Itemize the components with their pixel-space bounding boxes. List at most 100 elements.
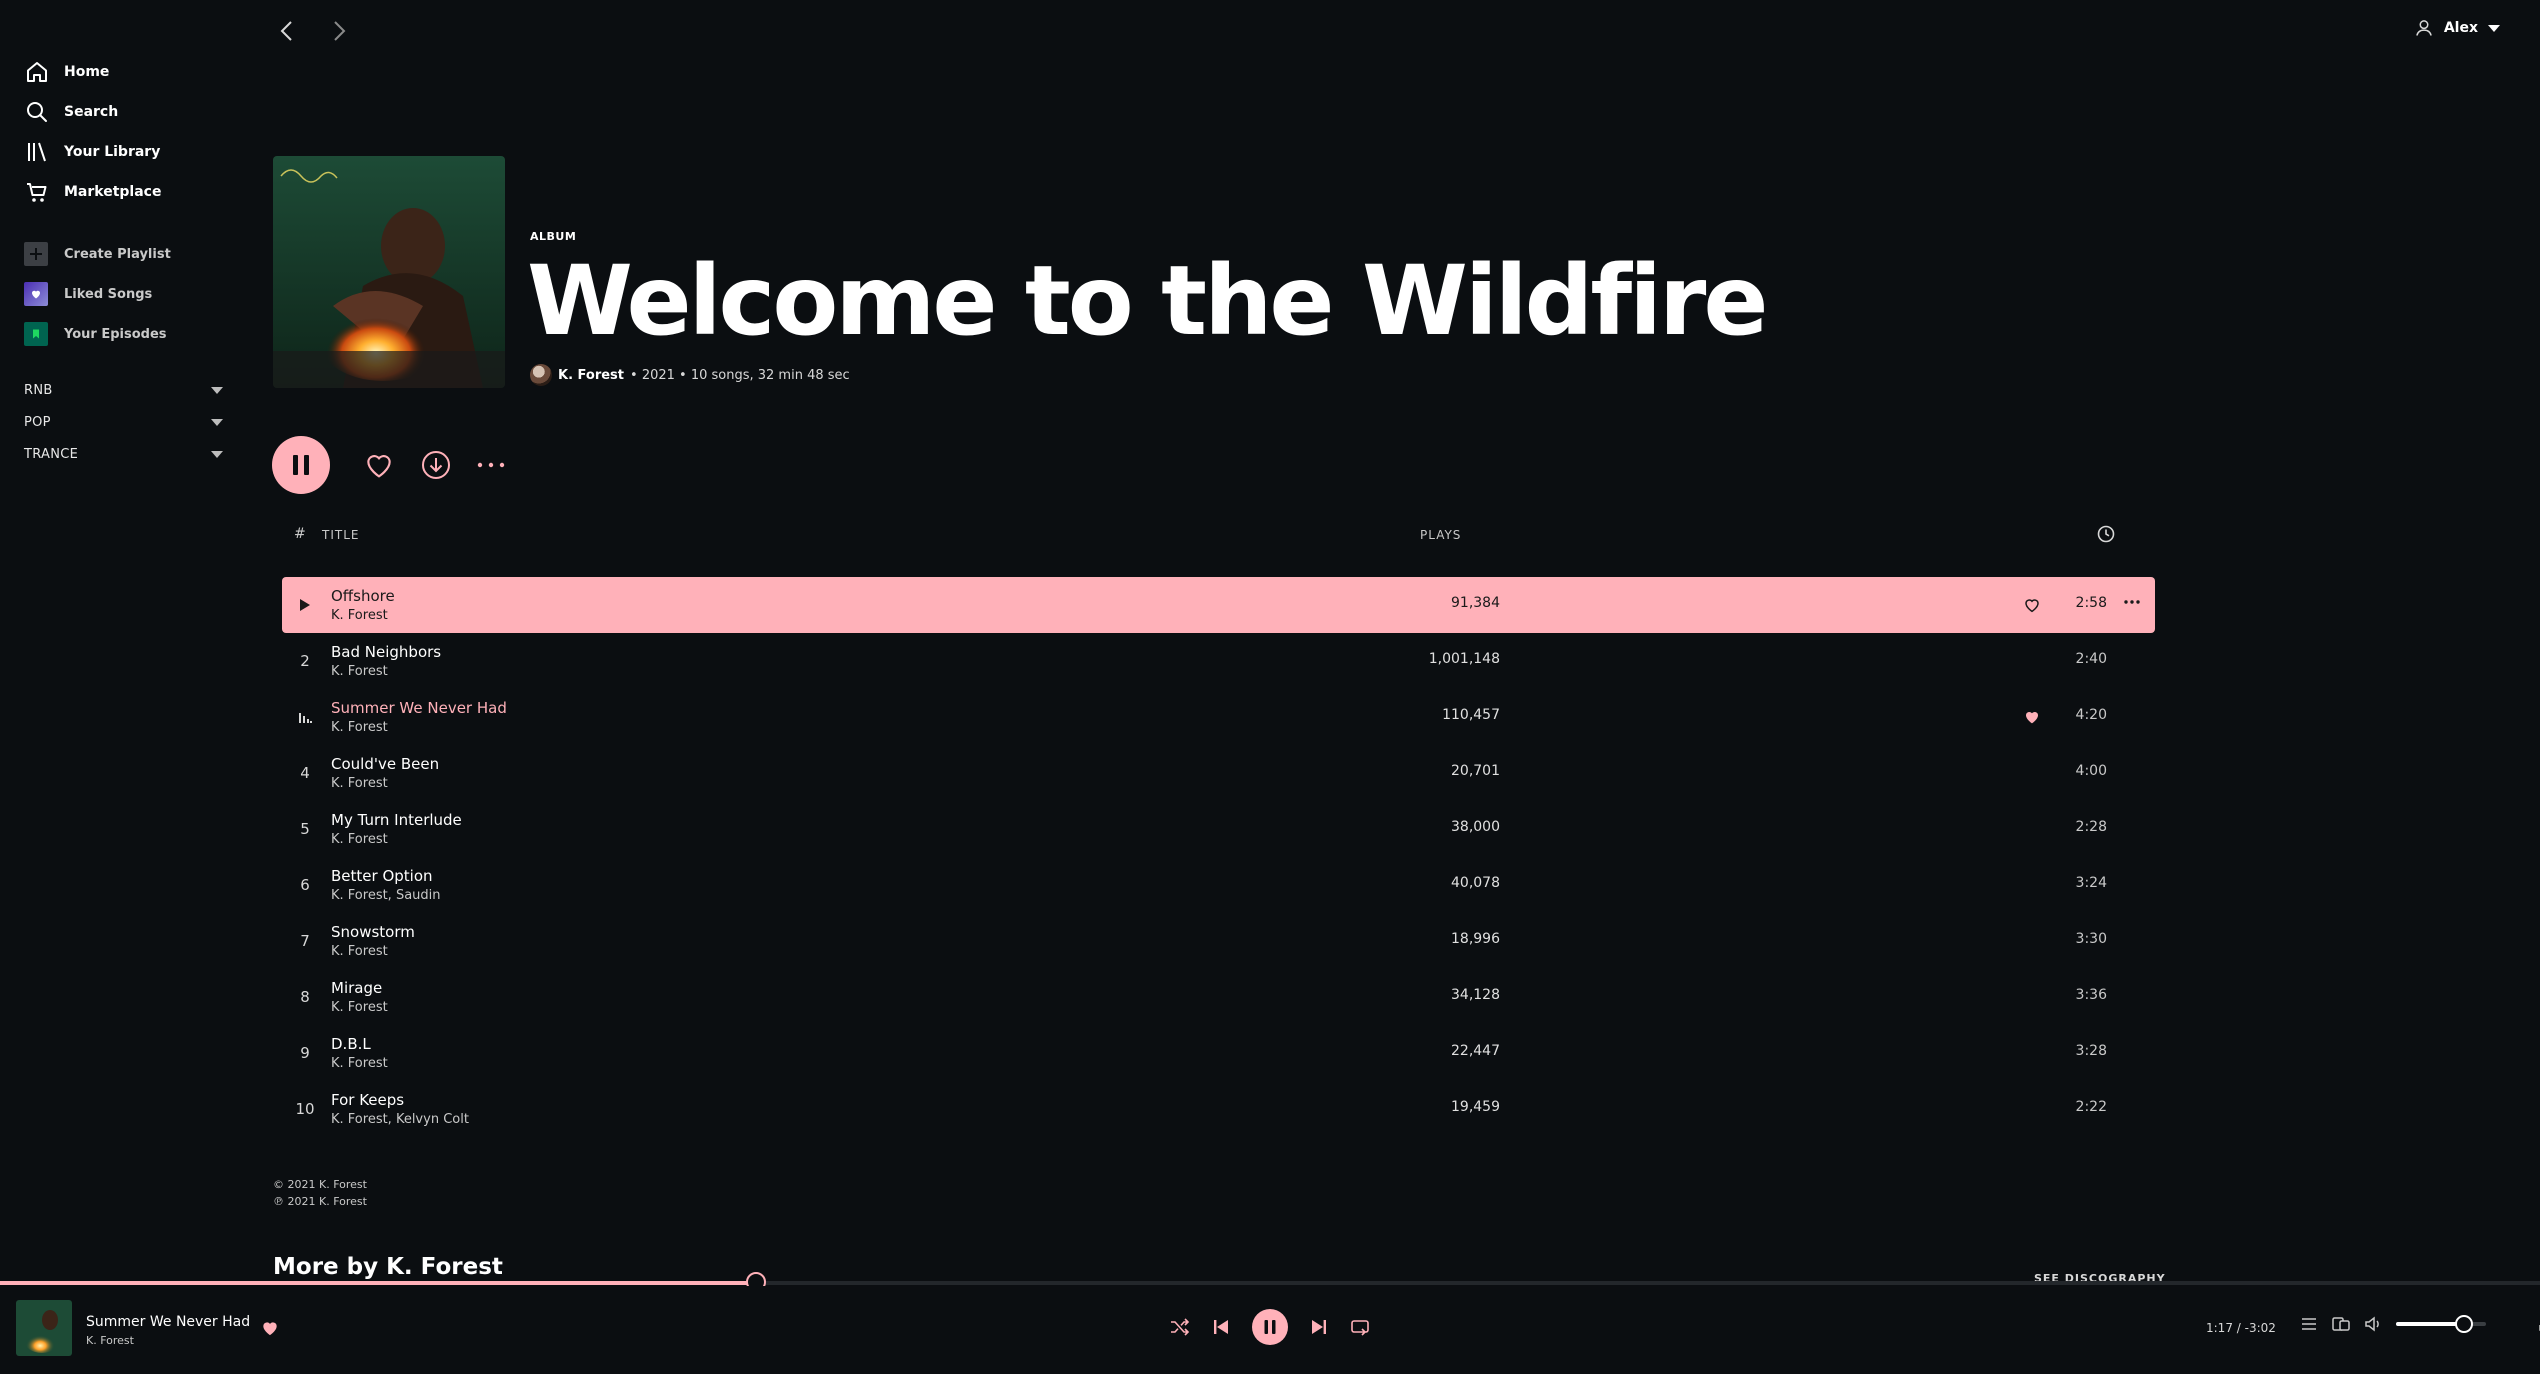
more-horizontal-icon[interactable] [2123,590,2141,609]
now-playing-cover[interactable] [16,1300,72,1356]
folder-trance[interactable]: TRANCE [0,438,245,470]
sidebar-item-marketplace[interactable]: Marketplace [0,172,245,212]
column-plays: PLAYS [1420,528,1462,542]
track-artist[interactable]: K. Forest [331,664,388,679]
more-options-button[interactable] [476,461,506,469]
sidebar-item-label: Marketplace [64,184,162,200]
track-artist[interactable]: K. Forest [331,1056,388,1071]
column-title: TITLE [322,528,360,542]
clock-icon [2096,524,2116,548]
sidebar-item-library[interactable]: Your Library [0,132,245,172]
download-button[interactable] [420,449,452,481]
track-row[interactable]: 9 D.B.L K. Forest 22,447 3:28 [282,1025,2155,1081]
history-nav [272,14,354,48]
track-row[interactable]: 7 Snowstorm K. Forest 18,996 3:30 [282,913,2155,969]
track-artist[interactable]: K. Forest [331,944,388,959]
folder-rnb[interactable]: RNB [0,374,245,406]
track-row[interactable]: Offshore K. Forest 91,384 2:58 [282,577,2155,633]
heart-outline-icon[interactable] [2021,594,2043,616]
repeat-button[interactable] [1350,1318,1370,1336]
track-row[interactable]: 2 Bad Neighbors K. Forest 1,001,148 2:40 [282,633,2155,689]
track-row[interactable]: 5 My Turn Interlude K. Forest 38,000 2:2… [282,801,2155,857]
like-album-button[interactable] [362,449,396,481]
sidebar-item-search[interactable]: Search [0,92,245,132]
pause-button[interactable] [272,436,330,494]
track-number: 8 [300,988,310,1006]
track-title: Bad Neighbors [331,643,442,661]
volume-button[interactable] [2364,1316,2382,1332]
track-artist[interactable]: K. Forest [331,608,388,623]
chevron-down-icon [211,386,223,394]
track-duration: 4:20 [2075,707,2107,723]
track-plays: 110,457 [1442,707,1500,723]
track-title: Offshore [331,587,395,605]
now-playing-artist[interactable]: K. Forest [86,1334,134,1347]
track-number: 7 [300,932,310,950]
tracklist: Offshore K. Forest 91,384 2:58 2 Bad Nei… [282,577,2155,1137]
track-row[interactable]: 10 For Keeps K. Forest, Kelvyn Colt 19,4… [282,1081,2155,1137]
queue-button[interactable] [2300,1316,2318,1332]
your-episodes-link[interactable]: Your Episodes [0,314,245,354]
sidebar-item-label: Search [64,104,119,120]
search-icon [24,99,50,125]
sidebar-item-label: Your Library [64,144,161,160]
sidebar-item-label: Your Episodes [64,326,167,342]
track-title: Summer We Never Had [331,699,507,717]
track-artist[interactable]: K. Forest, Saudin [331,888,441,903]
playback-progress-bar[interactable] [0,1272,2540,1292]
track-plays: 34,128 [1451,987,1500,1003]
heart-filled-icon[interactable] [2021,706,2043,728]
track-artist[interactable]: K. Forest [331,720,388,735]
track-row[interactable]: 6 Better Option K. Forest, Saudin 40,078… [282,857,2155,913]
track-row[interactable]: Summer We Never Had K. Forest 110,457 4:… [282,689,2155,745]
track-duration: 3:30 [2075,931,2107,947]
pause-icon [1264,1320,1276,1334]
folder-pop[interactable]: POP [0,406,245,438]
track-row[interactable]: 8 Mirage K. Forest 34,128 3:36 [282,969,2155,1025]
track-title: For Keeps [331,1091,405,1109]
track-number: 6 [300,876,310,894]
pause-button[interactable] [1252,1309,1288,1345]
folder-label: RNB [24,382,53,398]
track-artist[interactable]: K. Forest [331,1000,388,1015]
now-playing-title[interactable]: Summer We Never Had [86,1314,250,1330]
like-track-button[interactable] [260,1318,280,1342]
forward-button[interactable] [324,14,354,48]
playback-controls [1170,1309,1370,1345]
track-row[interactable]: 4 Could've Been K. Forest 20,701 4:00 [282,745,2155,801]
heart-filled-icon [263,1322,277,1336]
bookmark-icon [24,322,48,346]
liked-songs-link[interactable]: Liked Songs [0,274,245,314]
create-playlist-button[interactable]: Create Playlist [0,234,245,274]
chevron-left-icon [280,21,292,41]
volume-slider[interactable] [2396,1315,2486,1333]
copyright-line: © 2021 K. Forest [273,1178,367,1191]
previous-button[interactable] [1212,1318,1230,1336]
play-icon[interactable] [282,577,328,633]
album-details: • 2021 • 10 songs, 32 min 48 sec [630,367,850,383]
user-name: Alex [2443,20,2478,36]
skip-back-icon [1214,1320,1228,1334]
more-by-heading[interactable]: More by K. Forest [273,1254,503,1280]
user-menu[interactable]: Alex [2414,18,2500,38]
volume-handle[interactable] [2454,1315,2473,1333]
artist-link[interactable]: K. Forest [558,368,624,383]
track-duration: 2:58 [2075,595,2107,611]
track-artist[interactable]: K. Forest [331,832,388,847]
phonographic-copyright-line: ℗ 2021 K. Forest [273,1195,367,1208]
folder-label: POP [24,414,51,430]
track-artist[interactable]: K. Forest [331,776,388,791]
track-plays: 18,996 [1451,931,1500,947]
next-button[interactable] [1310,1318,1328,1336]
back-button[interactable] [272,14,302,48]
cart-icon [24,179,50,205]
track-duration: 3:24 [2075,875,2107,891]
shuffle-button[interactable] [1170,1318,1190,1336]
progress-fill [0,1281,756,1285]
track-artist[interactable]: K. Forest, Kelvyn Colt [331,1112,469,1127]
track-plays: 1,001,148 [1428,651,1500,667]
copyright: © 2021 K. Forest ℗ 2021 K. Forest [273,1176,367,1210]
sidebar-item-home[interactable]: Home [0,52,245,92]
devices-button[interactable] [2332,1316,2350,1332]
track-duration: 3:36 [2075,987,2107,1003]
